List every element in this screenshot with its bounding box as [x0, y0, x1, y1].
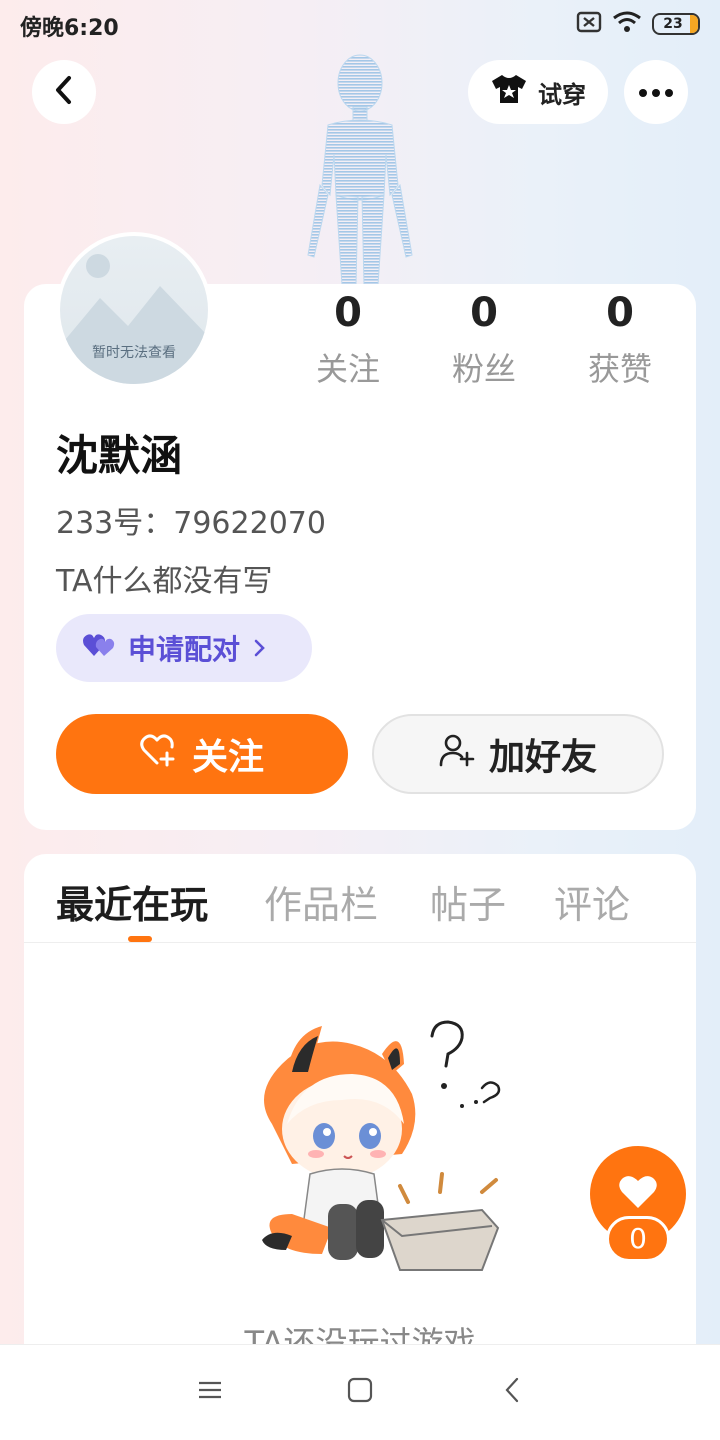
empty-state-illustration	[232, 1014, 512, 1284]
user-plus-icon	[439, 733, 475, 776]
avatar-caption: 暂时无法查看	[92, 345, 176, 361]
stat-likes[interactable]: 0 获赞	[560, 290, 680, 390]
avatar[interactable]: 暂时无法查看	[56, 232, 212, 388]
menu-nav-button[interactable]	[190, 1372, 230, 1412]
home-nav-button[interactable]	[340, 1372, 380, 1412]
back-button[interactable]	[32, 60, 96, 124]
follow-button[interactable]: 关注	[56, 714, 348, 794]
status-time: 傍晚6:20	[20, 16, 119, 41]
back-nav-button[interactable]	[492, 1372, 532, 1412]
chevron-right-icon	[252, 632, 266, 665]
menu-icon	[197, 1380, 223, 1404]
profile-name: 沈默涵	[56, 431, 183, 480]
follow-label: 关注	[191, 737, 264, 778]
stat-label: 粉丝	[451, 350, 516, 388]
stat-following[interactable]: 0 关注	[288, 290, 408, 390]
avatar-figure-image[interactable]	[298, 45, 422, 286]
chevron-left-icon	[54, 75, 74, 109]
try-on-label: 试穿	[538, 80, 586, 109]
tab-posts[interactable]: 帖子	[430, 874, 506, 929]
profile-uid[interactable]: 233号：79622070	[56, 498, 326, 542]
stat-fans[interactable]: 0 粉丝	[424, 290, 544, 390]
wifi-icon	[612, 11, 642, 37]
tab-recently-played[interactable]: 最近在玩	[56, 874, 208, 929]
profile-bio: TA什么都没有写	[56, 564, 273, 599]
tab-comments[interactable]: 评论	[554, 874, 630, 929]
stat-label: 关注	[315, 350, 380, 388]
status-icons: 23	[576, 10, 700, 38]
stat-value: 0	[606, 290, 634, 336]
square-home-icon	[347, 1377, 373, 1407]
double-heart-icon	[82, 632, 116, 665]
sim-off-icon	[576, 11, 602, 37]
heart-icon	[618, 1174, 658, 1214]
tab-works[interactable]: 作品栏	[264, 874, 378, 929]
more-button[interactable]	[624, 60, 688, 124]
add-friend-button[interactable]: 加好友	[372, 714, 664, 794]
heart-plus-icon	[140, 733, 178, 776]
stat-value: 0	[334, 290, 362, 336]
like-count-badge: 0	[606, 1216, 670, 1262]
more-dots-icon	[638, 83, 674, 102]
back-triangle-icon	[503, 1376, 521, 1408]
tabs-divider	[24, 942, 696, 943]
stat-label: 获赞	[587, 350, 652, 388]
stat-value: 0	[470, 290, 498, 336]
apply-pair-button[interactable]: 申请配对	[56, 614, 312, 682]
try-on-button[interactable]: 试穿	[468, 60, 608, 124]
apply-pair-label: 申请配对	[128, 633, 241, 666]
avatar-placeholder-image: 暂时无法查看	[60, 236, 208, 384]
battery-indicator: 23	[652, 13, 700, 35]
tshirt-icon	[490, 73, 528, 111]
add-friend-label: 加好友	[488, 737, 597, 778]
